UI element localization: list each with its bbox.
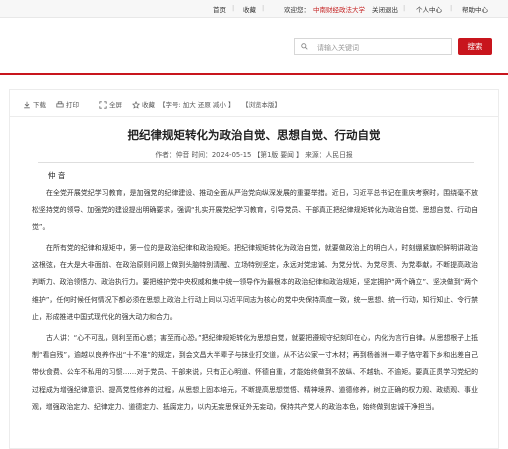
personal-center-link[interactable]: 个人中心 [416,4,442,14]
favorite-link[interactable]: 收藏 [243,4,256,14]
top-bar: 首页 | 收藏 | 欢迎您： 中南财经政法大学 关闭退出 | 个人中心 | 帮助… [0,0,508,18]
article-title: 把纪律规矩转化为政治自觉、思想自觉、行动自觉 [127,128,381,142]
article-paragraph: 在所有党的纪律和规矩中，第一位的是政治纪律和政治规矩。把纪律规矩转化为政治自觉，… [32,244,478,321]
fullscreen-icon [99,101,107,109]
font-size-controls[interactable]: 【字号: 加大 还原 减小 】 [159,99,234,109]
separator: | [450,4,453,12]
collect-button[interactable]: 收藏 [131,99,155,109]
download-icon [24,101,30,109]
print-button[interactable]: 打印 [56,99,79,109]
browse-edition-link[interactable]: 【浏览本版】 [242,99,281,109]
search-icon [301,43,308,50]
greeting-text: 欢迎您： [284,6,310,14]
download-button[interactable]: 下载 [23,99,46,109]
home-link[interactable]: 首页 [213,4,226,14]
fullscreen-button[interactable]: 全屏 [99,99,122,109]
fullscreen-label: 全屏 [109,101,122,109]
print-icon [56,101,64,108]
separator: | [262,4,265,12]
separator: | [232,4,235,12]
separator: | [403,4,406,12]
search-button[interactable]: 搜索 [458,38,492,55]
download-label: 下载 [33,101,46,109]
user-name: 中南财经政法大学 [313,6,365,14]
search-input[interactable]: 请输入关键词 [294,38,452,55]
article-author: 仲 音 [48,171,66,180]
collect-label: 收藏 [142,101,155,109]
print-label: 打印 [66,101,79,109]
article-meta: 作者：仲音 时间：2024-05-15 【第1版 要闻 】 来源：人民日报 [155,151,353,159]
header-divider [0,73,508,75]
article-paragraph: 古人讲：“心不可乱，则利至而心惑；害至而心恐。”把纪律规矩转化为思想自觉，就要把… [32,334,478,411]
article-toolbar: 下载 打印 全屏 收藏 【字号: 加大 还原 减小 】 【浏览本版】 [9,89,499,117]
search-placeholder: 请输入关键词 [317,44,359,52]
help-center-link[interactable]: 帮助中心 [462,4,488,14]
article-paragraph: 在全党开展党纪学习教育，是加强党的纪律建设、推动全面从严治党向纵深发展的重要举措… [32,189,478,232]
star-icon [131,100,141,109]
logout-link[interactable]: 关闭退出 [372,4,398,14]
title-divider [38,162,474,163]
